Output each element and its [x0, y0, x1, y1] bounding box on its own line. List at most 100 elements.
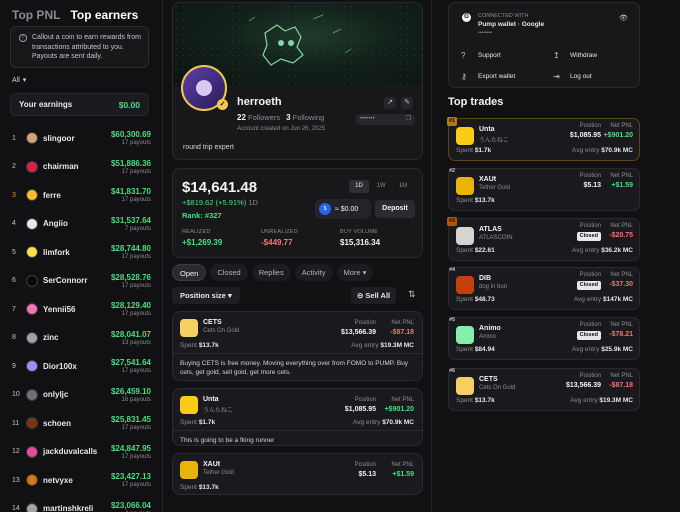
position-label: Position	[579, 272, 601, 278]
token-subtitle: ATLASCOIN	[479, 235, 513, 241]
hide-icon[interactable]: 👁	[619, 14, 628, 22]
balance-chip[interactable]: $ ≈ $0.00	[315, 199, 371, 219]
chevron-down-icon: ▾	[227, 291, 232, 300]
username: netvyxe	[43, 475, 73, 485]
callout-banner: ! Callout a coin to earn rewards from tr…	[10, 26, 149, 68]
avatar	[26, 246, 38, 259]
avg-entry: Avg entry $36.2k MC	[572, 247, 633, 254]
net-pnl-value: +$901.20	[384, 406, 414, 413]
tab-top-pnl[interactable]: Top PNL	[12, 8, 60, 22]
leaderboard-row[interactable]: 12 jackduvalcalls $24,847.95 17 payouts	[0, 438, 163, 467]
earnings-cell: $23,427.13 17 payouts	[111, 472, 151, 488]
leaderboard-panel: Top PNL Top earners ! Callout a coin to …	[0, 0, 163, 512]
metric-unrealized: UNREALIZED -$449.77	[261, 229, 298, 247]
top-trade-card[interactable]: #4 DIB dog in bun Position Net PNL Closed -$37…	[448, 267, 640, 310]
username: ferre	[43, 190, 61, 200]
filter-dropdown[interactable]: All ▾	[12, 76, 26, 85]
tab-more[interactable]: More ▾	[336, 264, 374, 281]
spent: Spent $1.7k	[456, 147, 492, 154]
deposit-button[interactable]: Deposit	[375, 200, 415, 218]
leaderboard-row[interactable]: 7 Yennii56 $28,129.40 17 payouts	[0, 295, 163, 324]
leaderboard-row[interactable]: 6 SerConnorr $28,528.76 17 payouts	[0, 267, 163, 296]
following-link[interactable]: 3 Following	[286, 113, 324, 122]
username: onlyljc	[43, 390, 69, 400]
metric-buy-volume: BUY VOLUME $15,316.34	[340, 229, 381, 247]
tab-top-earners[interactable]: Top earners	[70, 8, 138, 22]
avg-entry: Avg entry $19.3M MC	[351, 342, 414, 349]
tab-replies[interactable]: Replies	[251, 264, 291, 281]
token-icon	[456, 127, 474, 145]
rank-number: 3	[12, 191, 16, 199]
token-subtitle: うんたねこ	[479, 138, 510, 144]
trade-rank-badge: #2	[449, 168, 456, 174]
position-value: $5.13	[583, 182, 601, 189]
export-wallet-item[interactable]: ⚷ Export wallet	[461, 72, 515, 81]
position-value: $5.13	[358, 471, 376, 478]
payout-count: 17 payouts	[121, 482, 151, 489]
trade-rank-badge: #5	[449, 317, 456, 323]
username: limfork	[43, 247, 70, 257]
position-card[interactable]: Unta うんたねこ Position Net PNL $1,085.95 +$901.2…	[172, 388, 424, 446]
tab-activity[interactable]: Activity	[294, 264, 333, 281]
username: jackduvalcalls	[43, 447, 98, 457]
top-trade-card[interactable]: #3 ATLAS ATLASCOIN Position Net PNL Closed -$2…	[447, 217, 640, 261]
sort-dropdown[interactable]: Position size ▾	[172, 287, 240, 304]
leaderboard-row[interactable]: 2 chairman $51,886.36 17 payouts	[0, 153, 163, 182]
net-pnl-value: +$1.59	[611, 182, 633, 189]
leaderboard-row[interactable]: 5 limfork $28,744.80 17 payouts	[0, 238, 163, 267]
wallet-address[interactable]: ••••••• ❐	[356, 114, 415, 125]
leaderboard-row[interactable]: 10 onlyljc $26,459.10 16 payouts	[0, 381, 163, 410]
tab-open[interactable]: Open	[172, 264, 207, 281]
range-1w[interactable]: 1W	[371, 180, 391, 193]
leaderboard-row[interactable]: 8 zinc $28,041.07 13 payouts	[0, 324, 163, 353]
leaderboard-list: 1 slingoor $60,300.69 17 payouts 2 chairman $5…	[0, 124, 163, 512]
sell-all-button[interactable]: ⊝ Sell All	[351, 287, 397, 304]
position-card[interactable]: XAUt Tether Gold Position Net PNL $5.13 +$1.5…	[172, 453, 423, 495]
token-icon	[456, 326, 474, 344]
range-1d[interactable]: 1D	[349, 180, 369, 193]
leaderboard-row[interactable]: 9 Dior100x $27,541.64 17 payouts	[0, 352, 163, 381]
followers-link[interactable]: 22 Followers	[237, 113, 280, 122]
top-trade-card[interactable]: #1 Unta うんたねこ Position Net PNL $1,085.95 +$901…	[447, 117, 640, 161]
net-pnl-label: Net PNL	[610, 322, 633, 328]
avatar	[26, 331, 38, 344]
token-name: ATLAS	[479, 226, 502, 233]
support-item[interactable]: ? Support	[461, 51, 501, 60]
position-label: Position	[354, 397, 376, 403]
earnings-cell: $51,886.36 17 payouts	[111, 159, 151, 175]
earnings-amount: $24,847.95	[110, 443, 151, 453]
top-trade-card[interactable]: #6 CETS Cets On Gold Position Net PNL $13,566…	[448, 368, 640, 411]
rank-number: 12	[12, 448, 20, 456]
top-trade-card[interactable]: #2 XAUt Tether Gold Position Net PNL $5.13 +$1…	[448, 168, 640, 211]
rank-number: 10	[12, 391, 20, 399]
earnings-cell: $60,300.69 17 payouts	[111, 130, 151, 146]
earnings-cell: $28,528.76 17 payouts	[111, 273, 151, 289]
position-card[interactable]: CETS Cets On Gold Position Net PNL $13,566.3…	[172, 311, 424, 381]
token-name: CETS	[203, 319, 222, 326]
leaderboard-row[interactable]: 13 netvyxe $23,427.13 17 payouts	[0, 466, 163, 495]
leaderboard-row[interactable]: 1 slingoor $60,300.69 17 payouts	[0, 124, 163, 153]
range-1m[interactable]: 1M	[393, 180, 413, 193]
net-pnl-value: -$78.21	[609, 331, 633, 338]
leaderboard-row[interactable]: 3 ferre $41,831.70 17 payouts	[0, 181, 163, 210]
avg-entry: Avg entry $25.9k MC	[572, 346, 633, 353]
avatar	[26, 160, 38, 173]
leaderboard-row[interactable]: 11 schoen $25,831.45 17 payouts	[0, 409, 163, 438]
top-trade-card[interactable]: #5 Animo Animo Position Net PNL Closed -$78.21…	[448, 317, 640, 360]
logout-item[interactable]: ⇥ Log out	[553, 72, 592, 81]
tab-closed[interactable]: Closed	[210, 264, 248, 281]
leaderboard-row[interactable]: 4 Angiio $31,537.64 7 payouts	[0, 210, 163, 239]
pnl-card: $14,641.48 +$819.62 (+5.91%) 1D Rank: #3…	[172, 168, 423, 258]
earnings-amount: $60,300.69	[110, 130, 151, 140]
leaderboard-row[interactable]: 14 martinshkreli $23,066.044 payouts	[0, 495, 163, 512]
earnings-amount: $28,129.40	[110, 301, 151, 311]
share-icon[interactable]: ↗	[384, 97, 396, 109]
net-pnl-value: +$1.59	[392, 471, 414, 478]
copy-icon[interactable]: ❐	[406, 114, 411, 125]
top-trades-title: Top trades	[448, 96, 504, 108]
edit-icon[interactable]: ✎	[401, 97, 413, 109]
withdraw-item[interactable]: ↥ Withdraw	[553, 51, 597, 60]
rank-number: 5	[12, 248, 16, 256]
upload-icon: ↥	[553, 51, 560, 60]
sort-icon[interactable]: ⇅	[408, 289, 416, 300]
